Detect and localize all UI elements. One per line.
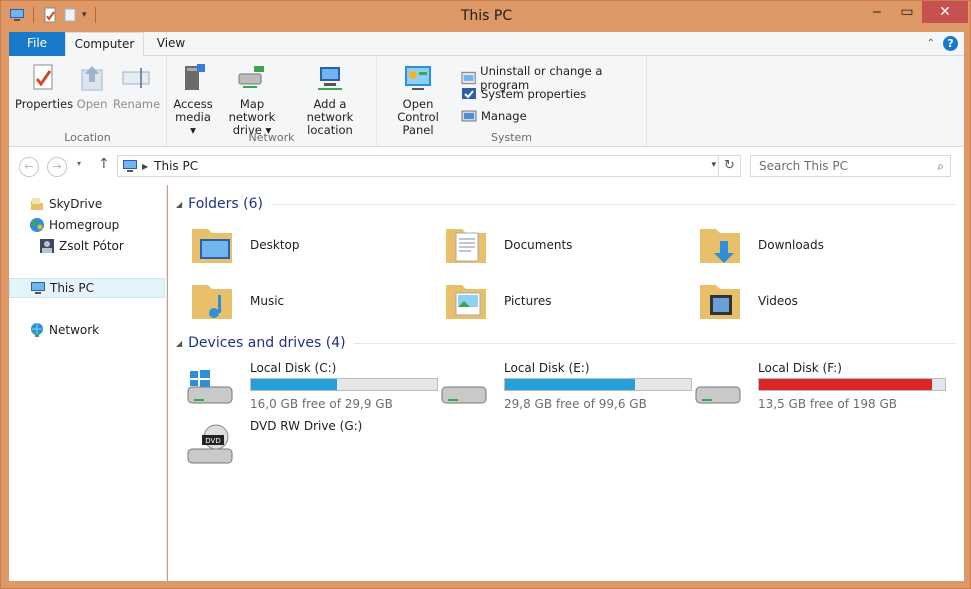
system-properties-button[interactable]: System properties (461, 86, 586, 102)
videos-folder-icon (700, 285, 740, 319)
windows-drive-icon (187, 370, 233, 404)
address-row: ← → ▾ ↑ ▶ This PC ▾ ↻ Search This PC ⌕ (9, 147, 964, 185)
access-media-button[interactable]: Access media ▾ (171, 62, 215, 137)
documents-folder-icon (446, 229, 486, 263)
properties-button[interactable]: Properties (15, 62, 73, 111)
svg-text:DVD: DVD (205, 437, 220, 445)
recent-locations-icon[interactable]: ▾ (77, 159, 81, 168)
ribbon: Properties Open Rename Location Access m… (9, 56, 964, 147)
open-control-panel-button[interactable]: Open Control Panel (381, 62, 455, 137)
manage-icon (461, 110, 477, 122)
user-avatar-icon (40, 239, 54, 253)
computer-icon (31, 282, 45, 294)
control-panel-icon (405, 66, 431, 90)
address-bar[interactable]: ▶ This PC ▾ ↻ (117, 155, 741, 177)
nav-item-this-pc[interactable]: This PC (9, 278, 165, 298)
folder-desktop[interactable]: Desktop (178, 219, 418, 271)
search-icon[interactable]: ⌕ (937, 156, 944, 176)
pictures-folder-icon (446, 285, 486, 319)
folder-documents[interactable]: Documents (432, 219, 672, 271)
network-drive-icon (238, 66, 264, 88)
open-icon (81, 66, 103, 91)
tab-view[interactable]: View (144, 32, 198, 56)
programs-icon (461, 71, 476, 85)
dvd-drive-icon: DVD (187, 424, 233, 464)
ribbon-group-label: Location (64, 131, 111, 144)
breadcrumb-this-pc[interactable]: This PC (154, 159, 198, 173)
search-box[interactable]: Search This PC ⌕ (750, 155, 951, 177)
hard-drive-icon (695, 386, 741, 404)
back-button[interactable]: ← (19, 157, 39, 177)
nav-item-network[interactable]: Network (9, 320, 165, 340)
map-network-drive-button[interactable]: Map network drive ▾ (215, 62, 289, 137)
disk-usage-bar (504, 378, 692, 391)
music-folder-icon (192, 285, 232, 319)
computer-icon (123, 160, 137, 172)
rename-icon (122, 68, 150, 88)
collapse-icon[interactable]: ◢ (176, 339, 182, 348)
desktop-folder-icon (192, 229, 232, 263)
drives-group-header[interactable]: ◢ Devices and drives (4) (176, 333, 956, 353)
ribbon-group-label: System (490, 131, 533, 144)
media-server-icon (185, 64, 205, 90)
drive-g[interactable]: DVD DVD RW Drive (G:) (178, 419, 428, 475)
nav-item-skydrive[interactable]: SkyDrive (9, 194, 165, 214)
folder-pictures[interactable]: Pictures (432, 275, 672, 327)
up-button[interactable]: ↑ (98, 156, 110, 172)
window-title: This PC (460, 8, 513, 24)
minimize-button[interactable]: ‒ (862, 1, 892, 23)
close-button[interactable]: ✕ (922, 1, 968, 23)
downloads-folder-icon (700, 229, 740, 263)
drive-e[interactable]: Local Disk (E:) 29,8 GB free of 99,6 GB (432, 361, 692, 417)
add-network-location-button[interactable]: Add a network location (291, 62, 369, 137)
manage-button[interactable]: Manage (461, 108, 527, 124)
breadcrumb-separator-icon[interactable]: ▶ (142, 162, 148, 171)
network-location-icon (318, 67, 342, 90)
system-properties-icon (462, 88, 476, 99)
disk-usage-bar (758, 378, 946, 391)
homegroup-icon (30, 218, 44, 232)
folders-group-header[interactable]: ◢ Folders (6) (176, 194, 956, 214)
tab-computer[interactable]: Computer (65, 32, 144, 57)
network-icon (31, 323, 43, 337)
minimize-ribbon-icon[interactable]: ⌃ (927, 38, 935, 49)
skydrive-icon (31, 198, 43, 210)
properties-icon (33, 64, 53, 90)
rename-button[interactable]: Rename (113, 62, 160, 111)
help-icon[interactable]: ? (943, 36, 958, 51)
content-pane: ◢ Folders (6) Desktop Documents Download… (168, 185, 964, 581)
title-bar: ▾ This PC ‒ ▭ ✕ (1, 1, 971, 31)
ribbon-group-network: Access media ▾ Map network drive ▾ Add a… (167, 56, 377, 147)
folder-videos[interactable]: Videos (686, 275, 926, 327)
forward-button[interactable]: → (47, 157, 67, 177)
nav-item-homegroup[interactable]: Homegroup (9, 215, 165, 235)
explorer-window: ▾ This PC ‒ ▭ ✕ File Computer View ⌃ ? P… (0, 0, 971, 589)
folder-downloads[interactable]: Downloads (686, 219, 926, 271)
ribbon-group-label: Network (248, 131, 295, 144)
navigation-pane: SkyDrive Homegroup Zsolt Pótor This PC N… (9, 185, 167, 581)
ribbon-tabs: File Computer View ⌃ ? (9, 32, 964, 57)
nav-item-user[interactable]: Zsolt Pótor (9, 236, 165, 256)
folder-music[interactable]: Music (178, 275, 418, 327)
drive-c[interactable]: Local Disk (C:) 16,0 GB free of 29,9 GB (178, 361, 438, 417)
hard-drive-icon (441, 386, 487, 404)
disk-usage-bar (250, 378, 438, 391)
ribbon-group-system: Open Control Panel Uninstall or change a… (377, 56, 647, 147)
address-dropdown-icon[interactable]: ▾ (711, 160, 716, 170)
search-placeholder: Search This PC (759, 159, 848, 173)
tab-file[interactable]: File (9, 32, 65, 56)
drive-f[interactable]: Local Disk (F:) 13,5 GB free of 198 GB (686, 361, 946, 417)
open-button[interactable]: Open (73, 62, 111, 111)
ribbon-group-location: Properties Open Rename Location (9, 56, 167, 147)
collapse-icon[interactable]: ◢ (176, 200, 182, 209)
maximize-button[interactable]: ▭ (892, 1, 922, 23)
refresh-button[interactable]: ↻ (718, 156, 740, 176)
